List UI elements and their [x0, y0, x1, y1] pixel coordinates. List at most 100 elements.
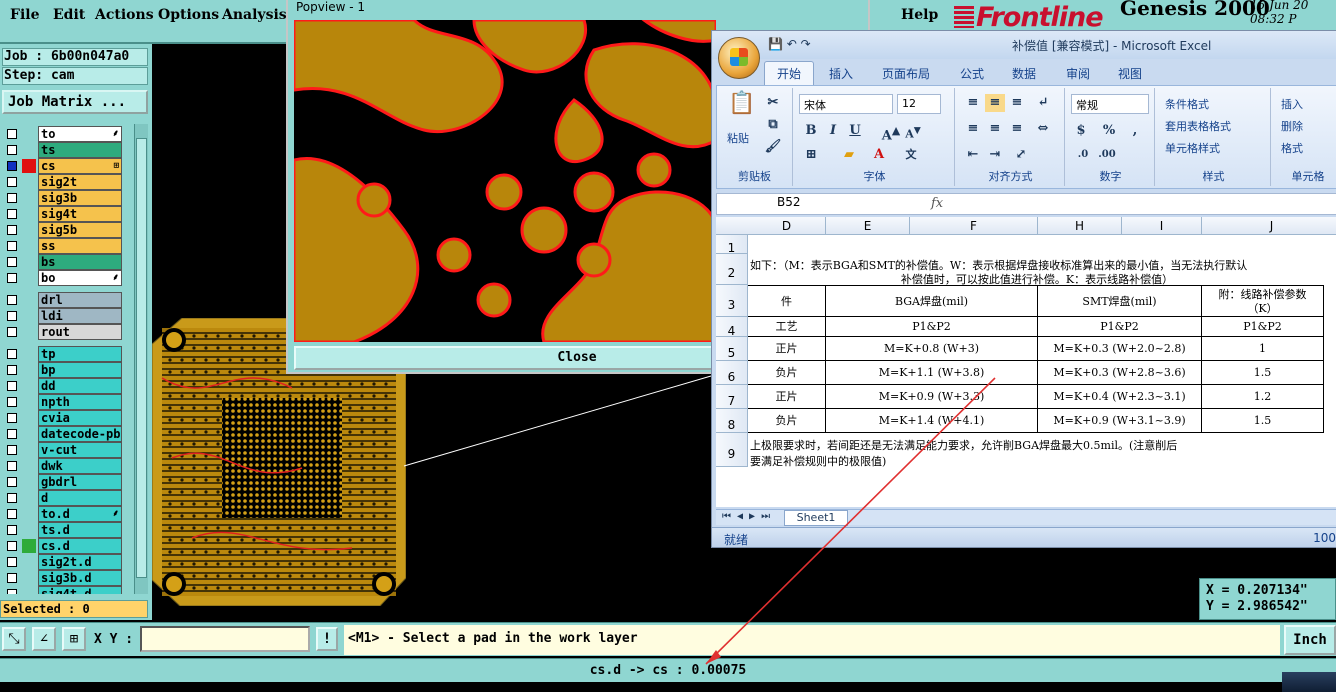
layer-color-swatch[interactable]	[22, 379, 36, 393]
tab-formulas[interactable]: 公式	[960, 65, 984, 82]
layer-color-swatch[interactable]	[22, 459, 36, 473]
layer-checkbox[interactable]	[7, 429, 17, 439]
row-header-3[interactable]: 3	[716, 285, 748, 317]
layer-color-swatch[interactable]	[22, 411, 36, 425]
layer-color-swatch[interactable]	[22, 207, 36, 221]
fill-color-icon[interactable]: ▰	[839, 146, 859, 164]
percent-icon[interactable]: %	[1099, 122, 1119, 140]
layer-color-swatch[interactable]	[22, 127, 36, 141]
layer-color-swatch[interactable]	[22, 539, 36, 553]
column-header-i[interactable]: I	[1122, 217, 1202, 235]
align-left-icon[interactable]: ≡	[963, 120, 983, 138]
underline-icon[interactable]: U	[845, 122, 865, 140]
layer-color-swatch[interactable]	[22, 255, 36, 269]
layer-row-sig5b[interactable]: sig5b	[2, 222, 134, 238]
menu-options[interactable]: Options	[158, 7, 219, 23]
layer-name[interactable]: cs.d	[38, 538, 122, 554]
layer-checkbox[interactable]	[7, 509, 17, 519]
layer-checkbox[interactable]	[7, 241, 17, 251]
layer-checkbox[interactable]	[7, 445, 17, 455]
layer-row-gbdrl[interactable]: gbdrl	[2, 474, 134, 490]
tab-data[interactable]: 数据	[1012, 65, 1036, 82]
paste-icon[interactable]: 📋	[727, 92, 757, 124]
indent-increase-icon[interactable]: ⇥	[985, 146, 1005, 164]
layer-row-sig4t[interactable]: sig4t	[2, 206, 134, 222]
layer-checkbox[interactable]	[7, 311, 17, 321]
border-icon[interactable]: ⊞	[801, 146, 821, 164]
redo-icon[interactable]: ↷	[801, 37, 811, 51]
layer-checkbox[interactable]	[7, 477, 17, 487]
layer-name[interactable]: sig4t.d	[38, 586, 122, 594]
layer-name[interactable]: dwk	[38, 458, 122, 474]
align-middle-icon[interactable]: ≡	[985, 94, 1005, 112]
measure-tool-button[interactable]: ∠	[32, 627, 56, 651]
tab-page-layout[interactable]: 页面布局	[882, 65, 930, 82]
layer-checkbox[interactable]	[7, 573, 17, 583]
layer-checkbox[interactable]	[7, 273, 17, 283]
layer-row-drl[interactable]: drl	[2, 292, 134, 308]
tab-review[interactable]: 审阅	[1066, 65, 1090, 82]
wrap-text-icon[interactable]: ↵	[1033, 94, 1053, 112]
zoom-tool-button[interactable]: ⤡	[2, 627, 26, 651]
layer-row-cvia[interactable]: cvia	[2, 410, 134, 426]
layer-color-swatch[interactable]	[22, 143, 36, 157]
align-right-icon[interactable]: ≡	[1007, 120, 1027, 138]
units-button[interactable]: Inch	[1284, 625, 1336, 655]
layer-color-swatch[interactable]	[22, 293, 36, 307]
fx-icon[interactable]: fx	[931, 196, 943, 211]
layer-name[interactable]: tp	[38, 346, 122, 362]
column-header-f[interactable]: F	[910, 217, 1038, 235]
layer-row-sig2t.d[interactable]: sig2t.d	[2, 554, 134, 570]
layer-name[interactable]: to ⸙	[38, 126, 122, 142]
layer-color-swatch[interactable]	[22, 309, 36, 323]
layer-scrollbar[interactable]	[134, 124, 148, 594]
layer-row-sig2t[interactable]: sig2t	[2, 174, 134, 190]
job-matrix-button[interactable]: Job Matrix ...	[2, 90, 148, 114]
layer-row-v-cut[interactable]: v-cut	[2, 442, 134, 458]
layer-color-swatch[interactable]	[22, 587, 36, 594]
layer-color-swatch[interactable]	[22, 491, 36, 505]
tab-view[interactable]: 视图	[1118, 65, 1142, 82]
row-header-5[interactable]: 5	[716, 337, 748, 361]
layer-checkbox[interactable]	[7, 129, 17, 139]
layer-row-npth[interactable]: npth	[2, 394, 134, 410]
layer-color-swatch[interactable]	[22, 159, 36, 173]
layer-row-ss[interactable]: ss	[2, 238, 134, 254]
layer-name[interactable]: ts	[38, 142, 122, 158]
layer-color-swatch[interactable]	[22, 239, 36, 253]
column-header-h[interactable]: H	[1038, 217, 1122, 235]
increase-decimal-icon[interactable]: .0	[1073, 146, 1093, 164]
layer-name[interactable]: bs	[38, 254, 122, 270]
row-header-4[interactable]: 4	[716, 317, 748, 338]
italic-icon[interactable]: I	[823, 122, 843, 140]
layer-row-to[interactable]: to ⸙	[2, 126, 134, 142]
layer-color-swatch[interactable]	[22, 555, 36, 569]
layer-checkbox[interactable]	[7, 493, 17, 503]
row-header-1[interactable]: 1	[716, 235, 748, 255]
bold-icon[interactable]: B	[801, 122, 821, 140]
row-header-2[interactable]: 2	[716, 254, 748, 285]
shrink-font-icon[interactable]: A▼	[903, 122, 923, 141]
layer-checkbox[interactable]	[7, 365, 17, 375]
layer-checkbox[interactable]	[7, 145, 17, 155]
layer-name[interactable]: ss	[38, 238, 122, 254]
menu-edit[interactable]: Edit	[53, 7, 85, 23]
layer-row-datecode-pbe[interactable]: datecode-pbe	[2, 426, 134, 442]
layer-checkbox[interactable]	[7, 295, 17, 305]
layer-checkbox[interactable]	[7, 349, 17, 359]
layer-color-swatch[interactable]	[22, 507, 36, 521]
layer-row-ldi[interactable]: ldi	[2, 308, 134, 324]
layer-checkbox[interactable]	[7, 177, 17, 187]
menu-file[interactable]: File	[10, 7, 39, 23]
undo-icon[interactable]: ↶	[787, 37, 797, 51]
layer-name[interactable]: sig3b	[38, 190, 122, 206]
layer-checkbox[interactable]	[7, 161, 17, 171]
layer-row-bo[interactable]: bo ⸙	[2, 270, 134, 286]
indent-decrease-icon[interactable]: ⇤	[963, 146, 983, 164]
quick-access-toolbar[interactable]: 💾 ↶ ↷	[768, 37, 811, 51]
layer-checkbox[interactable]	[7, 193, 17, 203]
layer-color-swatch[interactable]	[22, 443, 36, 457]
layer-checkbox[interactable]	[7, 225, 17, 235]
layer-checkbox[interactable]	[7, 557, 17, 567]
layer-checkbox[interactable]	[7, 397, 17, 407]
